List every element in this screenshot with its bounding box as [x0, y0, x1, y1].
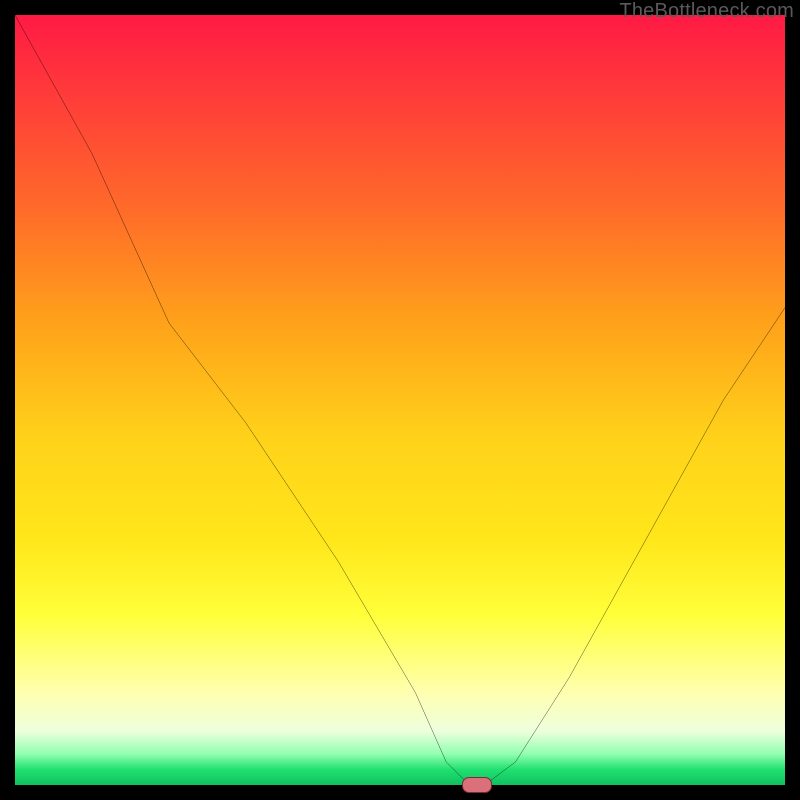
plot-area	[15, 15, 785, 785]
chart-frame: TheBottleneck.com	[0, 0, 800, 800]
watermark-text: TheBottleneck.com	[619, 0, 794, 23]
optimal-point-marker	[462, 777, 492, 793]
bottleneck-curve	[15, 15, 785, 785]
